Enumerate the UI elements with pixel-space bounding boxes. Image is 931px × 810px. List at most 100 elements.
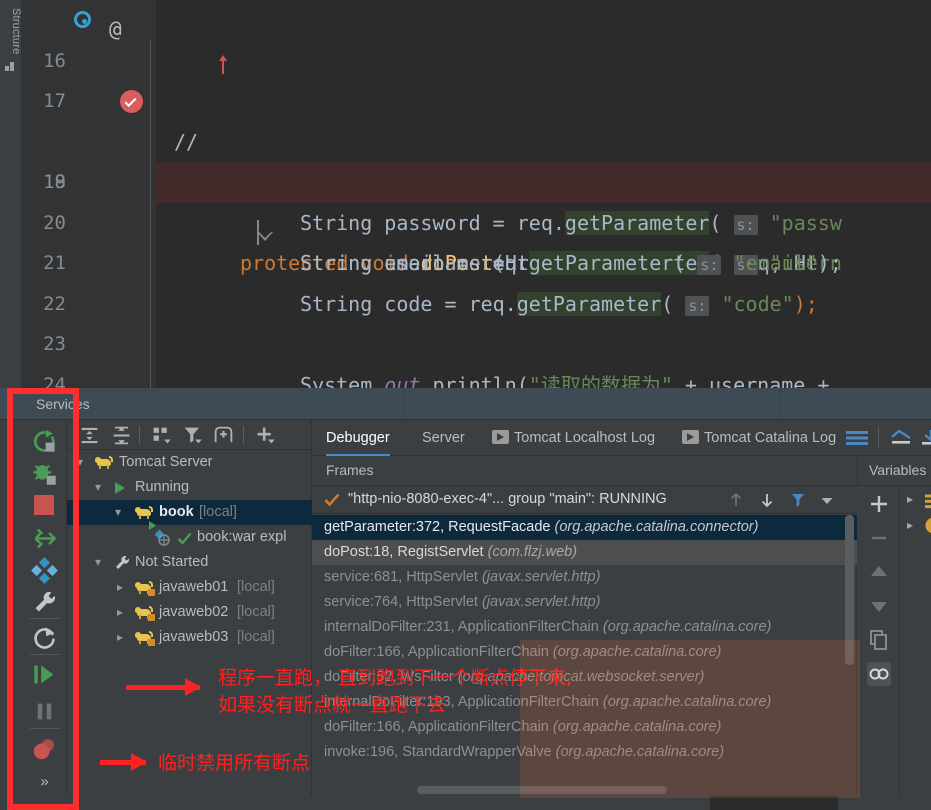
tab-tomcat-localhost-log[interactable]: Tomcat Localhost Log — [492, 420, 655, 456]
frame-method: doFilter:166, ApplicationFilterChain — [324, 719, 549, 735]
remove-watch-icon[interactable] — [867, 526, 891, 550]
code-line-23[interactable]: 23 System.out.println("读取的数据为" + usernam… — [22, 284, 931, 390]
redeploy-icon[interactable] — [31, 557, 58, 584]
code-editor[interactable]: Structure 16 @ protected void doPost(Htt… — [0, 0, 931, 390]
code-line-18[interactable]: 18 String username = req.getParameter( s… — [22, 81, 931, 275]
update-running-app-icon[interactable] — [31, 525, 58, 552]
frames-pane[interactable]: "http-nio-8080-exec-4"... group "main": … — [312, 486, 857, 796]
frame-row[interactable]: doFilter:166, ApplicationFilterChain (or… — [312, 715, 857, 740]
tab-server[interactable]: Server — [422, 420, 465, 456]
rerun-icon[interactable] — [31, 428, 58, 455]
chevron-down-icon[interactable] — [820, 494, 834, 512]
code-line-17[interactable]: 17 // 1、 获取请求的参数 — [22, 41, 931, 194]
add-watch-icon[interactable] — [867, 492, 891, 516]
frames-label: Frames — [326, 462, 374, 478]
layout-settings-icon[interactable] — [846, 430, 868, 451]
frame-row[interactable]: invoke:196, StandardWrapperValve (org.ap… — [312, 740, 857, 765]
services-tree-toolbar[interactable] — [67, 420, 312, 450]
frame-row[interactable]: service:764, HttpServlet (javax.servlet.… — [312, 590, 857, 615]
chevron-right-icon[interactable]: ▸ — [907, 486, 913, 512]
wrench-icon[interactable] — [31, 589, 58, 616]
chevron-down-icon[interactable]: ▾ — [115, 500, 121, 525]
debugger-panel[interactable]: Debugger Server Tomcat Localhost Log Tom… — [312, 420, 931, 796]
chevron-right-icon[interactable]: ▸ — [117, 600, 123, 625]
soft-wrap-icon[interactable] — [890, 429, 912, 452]
mute-breakpoints-icon[interactable] — [31, 735, 58, 762]
more-icon[interactable]: » — [31, 768, 58, 795]
stop-icon[interactable] — [31, 492, 58, 519]
tree-node-book-war-exploded[interactable]: book:war expl — [67, 525, 312, 550]
override-icon[interactable] — [74, 11, 91, 28]
parameter-icon: p — [925, 516, 931, 542]
chevron-right-icon[interactable]: ▸ — [117, 625, 123, 650]
services-tree-panel[interactable]: ▾ Tomcat Server ▾ Running ▾ book [local]… — [67, 420, 312, 796]
chevron-right-icon[interactable]: ▸ — [117, 575, 123, 600]
code-line-16[interactable]: 16 @ protected void doPost(HttpServletRe… — [22, 0, 931, 275]
code-line-24[interactable]: 24 // 2、 检查验证码是否正确 这里我们先写死 abcde — [22, 324, 931, 391]
restart-icon[interactable] — [31, 625, 58, 652]
services-header[interactable]: Services — [0, 388, 931, 420]
tree-node-javaweb03[interactable]: ▸ javaweb03 [local] — [67, 625, 312, 650]
resume-program-icon[interactable] — [31, 661, 58, 688]
frames-vertical-scrollbar[interactable] — [845, 515, 854, 665]
variable-row[interactable]: ▸ — [901, 486, 931, 512]
copy-icon[interactable] — [867, 628, 891, 652]
inspect-icon[interactable] — [867, 662, 891, 686]
code-line-20[interactable]: 20 String email = req.getParameter( s: "… — [22, 162, 931, 275]
tree-node-suffix: [local] — [237, 579, 275, 595]
down-arrow-icon[interactable] — [759, 492, 775, 513]
code-content[interactable]: 16 @ protected void doPost(HttpServletRe… — [22, 0, 931, 390]
tab-debugger[interactable]: Debugger — [326, 420, 390, 456]
tree-node-javaweb01[interactable]: ▸ javaweb01 [local] — [67, 575, 312, 600]
move-up-icon[interactable] — [867, 560, 891, 584]
frame-row[interactable]: internalDoFilter:231, ApplicationFilterC… — [312, 615, 857, 640]
tree-node-not-started[interactable]: ▾ Not Started — [67, 550, 312, 575]
debug-actions-toolbar[interactable]: » — [22, 420, 67, 796]
frame-row[interactable]: service:681, HttpServlet (javax.servlet.… — [312, 565, 857, 590]
chevron-down-icon[interactable]: ▾ — [95, 475, 101, 500]
pause-program-icon[interactable] — [31, 698, 58, 725]
expand-all-icon[interactable] — [79, 425, 100, 446]
frame-row[interactable]: doPost:18, RegistServlet (com.flzj.web) — [312, 540, 857, 565]
variables-pane[interactable]: ▸ ▸ p — [901, 486, 931, 796]
debugger-tab-bar[interactable]: Debugger Server Tomcat Localhost Log Tom… — [312, 420, 931, 456]
tree-node-javaweb02[interactable]: ▸ javaweb02 [local] — [67, 600, 312, 625]
chevron-down-icon[interactable]: ▾ — [95, 550, 101, 575]
frames-horizontal-scrollbar[interactable] — [417, 786, 667, 794]
call-stack-list[interactable]: getParameter:372, RequestFacade (org.apa… — [312, 515, 857, 796]
services-tool-window[interactable]: Services » ▾ Tomcat Server ▾ Running ▾ b… — [0, 388, 931, 796]
variables-toolbar[interactable] — [858, 486, 900, 796]
tree-node-tomcat-server[interactable]: ▾ Tomcat Server — [67, 450, 312, 475]
move-down-icon[interactable] — [867, 594, 891, 618]
add-service-icon[interactable] — [255, 425, 276, 446]
tab-tomcat-catalina-log[interactable]: Tomcat Catalina Log — [682, 420, 836, 456]
status-bar[interactable] — [0, 796, 931, 810]
annotation-note2: 临时禁用所有断点 — [158, 752, 311, 774]
scroll-to-end-icon[interactable] — [920, 429, 931, 452]
add-tab-icon[interactable] — [213, 425, 234, 446]
group-by-icon[interactable] — [151, 425, 172, 446]
left-tool-window-strip[interactable]: Structure — [0, 0, 22, 390]
tree-node-running[interactable]: ▾ Running — [67, 475, 312, 500]
services-tree[interactable]: ▾ Tomcat Server ▾ Running ▾ book [local]… — [67, 450, 312, 796]
code-line-22[interactable]: 22 — [22, 243, 931, 315]
up-arrow-icon[interactable] — [728, 492, 744, 513]
tool-window-structure[interactable]: Structure — [0, 8, 22, 54]
thread-selector[interactable]: "http-nio-8080-exec-4"... group "main": … — [312, 486, 857, 514]
tree-node-book[interactable]: ▾ book [local] — [67, 500, 312, 530]
chevron-down-icon[interactable]: ▾ — [77, 450, 83, 475]
breakpoint-verified-icon[interactable] — [120, 90, 143, 113]
code-line-19[interactable]: 19 String password = req.getParameter( s… — [22, 122, 931, 235]
frame-row[interactable]: getParameter:372, RequestFacade (org.apa… — [312, 515, 857, 540]
filter-icon[interactable] — [790, 492, 806, 513]
filter-icon[interactable] — [182, 425, 203, 446]
chevron-right-icon[interactable]: ▸ — [907, 512, 913, 538]
code-line-21[interactable]: 21 String code = req.getParameter( s: "c… — [22, 203, 931, 316]
frame-row[interactable]: doFilter:166, ApplicationFilterChain (or… — [312, 640, 857, 665]
variable-row[interactable]: ▸ p — [901, 512, 931, 538]
collapse-all-icon[interactable] — [111, 425, 132, 446]
code-text-23: System.out.println("读取的数据为" + username + — [300, 365, 829, 391]
status-active-tab[interactable] — [710, 796, 838, 810]
rerun-debug-icon[interactable] — [31, 460, 58, 487]
pane-divider[interactable] — [857, 456, 858, 486]
